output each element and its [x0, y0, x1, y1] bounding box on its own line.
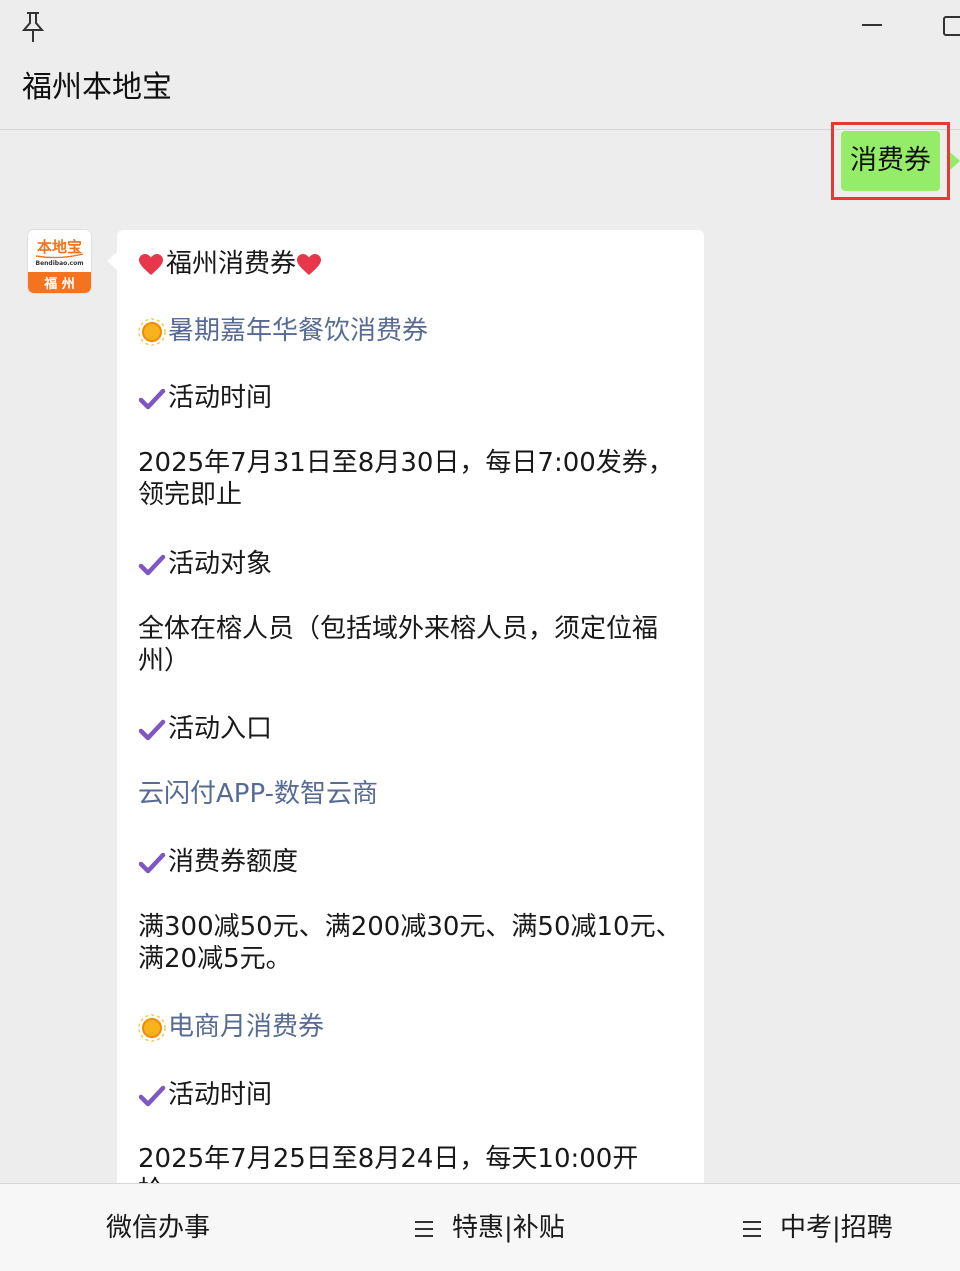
incoming-bubble-tail: [107, 252, 117, 270]
item-label-activity-time-2: 活动时间: [138, 1078, 272, 1112]
wechat-chat-window: 福州本地宝 消费券 本地宝 Bendibao.com 福 州 福州消费券 暑期嘉…: [0, 0, 960, 1271]
activity-entry-link[interactable]: 云闪付APP-数智云商: [138, 777, 378, 811]
sun-icon: [138, 317, 166, 346]
check-mark-icon: [138, 554, 166, 575]
section-title-text: 暑期嘉年华餐饮消费券: [168, 316, 429, 346]
section-title-ecommerce[interactable]: 电商月消费券: [138, 1010, 324, 1044]
item-label-activity-time: 活动时间: [138, 381, 272, 415]
heart-icon: [297, 253, 322, 275]
item-label-activity-entry: 活动入口: [138, 712, 272, 746]
section-title-summer-dining[interactable]: 暑期嘉年华餐饮消费券: [138, 314, 428, 348]
check-mark-icon: [138, 388, 166, 409]
outgoing-highlight-box: 消费券: [831, 122, 950, 200]
minimize-icon: [862, 24, 882, 26]
item-label-coupon-amount: 消费券额度: [138, 845, 298, 879]
heading-text: 福州消费券: [166, 249, 297, 279]
pin-icon: [21, 12, 45, 42]
item-content-activity-time: 2025年7月31日至8月30日，每日7:00发券，领完即止: [138, 448, 674, 510]
avatar-site-text: Bendibao.com: [36, 260, 84, 267]
outgoing-bubble-tail: [950, 152, 960, 170]
item-label-activity-target: 活动对象: [138, 547, 272, 581]
menu-lines-icon: [415, 1220, 433, 1237]
item-content-activity-target: 全体在榕人员（包括域外来榕人员，须定位福州）: [138, 614, 659, 676]
title-bar: 福州本地宝: [0, 0, 960, 130]
avatar-brand-text: 本地宝: [37, 238, 82, 256]
section-title-text: 电商月消费券: [168, 1012, 325, 1042]
check-mark-icon: [138, 1085, 166, 1106]
avatar-city-text: 福 州: [43, 276, 75, 292]
menu-item-exam-recruit[interactable]: 中考|招聘: [742, 1184, 893, 1271]
heart-icon: [139, 253, 163, 275]
sun-icon: [138, 1013, 166, 1042]
maximize-button[interactable]: [936, 12, 960, 38]
pin-button[interactable]: [18, 10, 48, 44]
message-heading: 福州消费券: [138, 247, 324, 281]
item-content-coupon-amount: 满300减50元、满200减30元、满50减10元、满20减5元。: [138, 912, 682, 974]
bendibao-logo-icon: 本地宝 Bendibao.com 福 州: [28, 230, 91, 293]
chat-title: 福州本地宝: [22, 70, 172, 105]
official-account-menu-bar: 微信办事 特惠|补贴 中考|招聘: [0, 1183, 960, 1271]
minimize-button[interactable]: [858, 10, 886, 38]
menu-item-discount-subsidy[interactable]: 特惠|补贴: [414, 1184, 565, 1271]
menu-lines-icon: [743, 1220, 761, 1237]
check-mark-icon: [138, 719, 166, 740]
outgoing-message-bubble[interactable]: 消费券: [841, 131, 940, 191]
official-account-avatar[interactable]: 本地宝 Bendibao.com 福 州: [28, 230, 91, 293]
menu-item-wechat-services[interactable]: 微信办事: [106, 1184, 210, 1271]
maximize-icon: [943, 16, 960, 36]
check-mark-icon: [138, 852, 166, 873]
